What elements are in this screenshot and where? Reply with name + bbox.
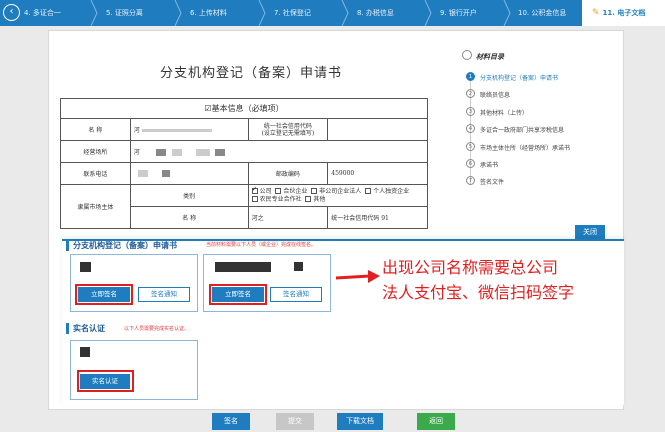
credit-code-label: 统一社会信用代码 (设立登记无需填写) xyxy=(247,118,329,141)
chevron-right-icon xyxy=(503,0,511,26)
highlight-box xyxy=(75,284,133,305)
toc-num-icon: 6 xyxy=(466,159,475,168)
redacted-text xyxy=(215,149,226,156)
affiliate-name-value: 河之 xyxy=(247,206,329,229)
checkbox xyxy=(251,196,258,202)
sign-section-note: 当前材料需要以下人员（或企业）完成在线签名。 xyxy=(206,242,317,248)
redacted-text xyxy=(141,129,212,132)
application-form-table: ☑基本信息（必填项） 名 称 河 统一社会信用代码 (设立登记无需填写) 经营场所… xyxy=(60,98,429,229)
redacted-text xyxy=(171,149,182,156)
step-5[interactable]: 5. 证照分离 xyxy=(106,0,172,26)
step-label: 5. 证照分离 xyxy=(106,9,143,17)
step-label: 10. 公积金信息 xyxy=(518,9,567,17)
toc-num-icon: 7 xyxy=(466,176,475,185)
phone-label: 联系电话 xyxy=(60,162,131,185)
affiliate-name-label: 名 称 xyxy=(129,206,249,229)
toc-item-signature-file[interactable]: 签名文件 xyxy=(480,177,504,186)
postcode-value: 459000 xyxy=(327,162,428,185)
section-header: ☑基本信息（必填项） xyxy=(60,98,428,119)
checkbox-checked xyxy=(251,185,258,194)
signer-name-redacted xyxy=(215,262,271,272)
toc-item-premises-pledge[interactable]: 市场主体住所（经营场所）承诺书 xyxy=(480,143,570,152)
step-label: 9. 银行开户 xyxy=(440,9,477,17)
step-10[interactable]: 10. 公积金信息 xyxy=(518,0,584,26)
toc-num-icon: 2 xyxy=(466,89,475,98)
highlight-box xyxy=(209,284,267,305)
step-6[interactable]: 6. 上传材料 xyxy=(190,0,256,26)
affiliate-code: 统一社会信用代码 91 xyxy=(327,206,428,229)
address-value: 河 xyxy=(129,140,429,163)
submit-button[interactable]: 提交 xyxy=(276,413,314,430)
toc-item-other-materials[interactable]: 其他材料（上传） xyxy=(480,108,528,117)
step-11-active[interactable]: ✎ 11. 电子文档 xyxy=(582,0,665,26)
signer-name-redacted xyxy=(80,262,91,272)
back-button[interactable]: 返回 xyxy=(417,413,455,430)
credit-code-value xyxy=(327,118,428,141)
back-arrow-icon[interactable]: ‹ xyxy=(3,4,20,21)
toc-num-icon: 3 xyxy=(466,107,475,116)
toc-item-application[interactable]: 分支机构登记（备案）申请书 xyxy=(480,73,558,82)
sign-button[interactable]: 签名 xyxy=(212,413,250,430)
toc-item-liaison[interactable]: 联络员信息 xyxy=(480,90,510,99)
redacted-text xyxy=(195,149,210,156)
step-4[interactable]: 4. 多证合一 xyxy=(24,0,86,26)
close-button[interactable]: 关闭 xyxy=(575,225,605,240)
step-label: 8. 办税信息 xyxy=(357,9,394,17)
pencil-icon: ✎ xyxy=(592,8,600,18)
highlight-box xyxy=(77,370,134,392)
step-bar: ‹ 4. 多证合一 5. 证照分离 6. 上传材料 7. 社保登记 8. 办税信… xyxy=(0,0,665,26)
checkbox xyxy=(305,196,312,202)
address-label: 经营场所 xyxy=(60,140,131,163)
postcode-label: 邮政编码 xyxy=(247,162,329,185)
sign-section-title: 分支机构登记（备案）申请书 xyxy=(66,240,177,251)
document-title: 分支机构登记（备案）申请书 xyxy=(160,66,343,81)
redacted-text xyxy=(137,170,148,177)
name-value: 河 xyxy=(129,118,249,141)
chevron-right-icon xyxy=(341,0,349,26)
redacted-text xyxy=(155,149,166,156)
toc-item-tax-info[interactable]: 多证合一政府部门共享涉税信息 xyxy=(480,125,564,134)
affiliate-label: 隶属市场主体 xyxy=(60,184,131,229)
toc-num-icon: 4 xyxy=(466,124,475,133)
annotation-arrow-icon xyxy=(335,270,380,283)
chevron-right-icon xyxy=(424,0,432,26)
name-label: 名 称 xyxy=(60,118,131,141)
annotation-line-2: 法人支付宝、微信扫码签字 xyxy=(382,283,575,302)
toc-num-icon: 1 xyxy=(466,72,475,81)
step-7[interactable]: 7. 社保登记 xyxy=(274,0,340,26)
type-label: 类别 xyxy=(129,184,249,207)
signer-name-redacted xyxy=(294,262,303,271)
sign-notify-button[interactable]: 签名通知 xyxy=(138,287,190,302)
phone-value xyxy=(129,162,249,185)
verify-section-note: 以下人员需要完成实名认证。 xyxy=(124,326,190,332)
step-8[interactable]: 8. 办税信息 xyxy=(357,0,423,26)
catalog-icon xyxy=(462,50,472,60)
chevron-right-icon xyxy=(258,0,266,26)
toc-heading: 材料目录 xyxy=(476,53,504,61)
chevron-right-icon xyxy=(90,0,98,26)
step-9[interactable]: 9. 银行开户 xyxy=(440,0,506,26)
type-options: 公司 合伙企业 非公司企业法人 个人独资企业 农民专业合作社 其他 xyxy=(247,184,429,207)
checkbox xyxy=(311,188,318,194)
checkbox xyxy=(365,188,372,194)
chevron-right-icon xyxy=(174,0,182,26)
step-label: 11. 电子文档 xyxy=(602,9,646,17)
download-button[interactable]: 下载文档 xyxy=(337,413,383,430)
sign-notify-button[interactable]: 签名通知 xyxy=(270,287,322,302)
verify-section-title: 实名认证 xyxy=(66,323,105,334)
annotation-line-1: 出现公司名称需要总公司 xyxy=(382,258,559,277)
step-label: 7. 社保登记 xyxy=(274,9,311,17)
step-label: 4. 多证合一 xyxy=(24,9,61,17)
redacted-text xyxy=(161,170,170,177)
verify-name-redacted xyxy=(80,347,90,357)
checkbox xyxy=(275,188,282,194)
toc-num-icon: 5 xyxy=(466,142,475,151)
toc-item-pledge[interactable]: 承诺书 xyxy=(480,160,498,169)
step-label: 6. 上传材料 xyxy=(190,9,227,17)
